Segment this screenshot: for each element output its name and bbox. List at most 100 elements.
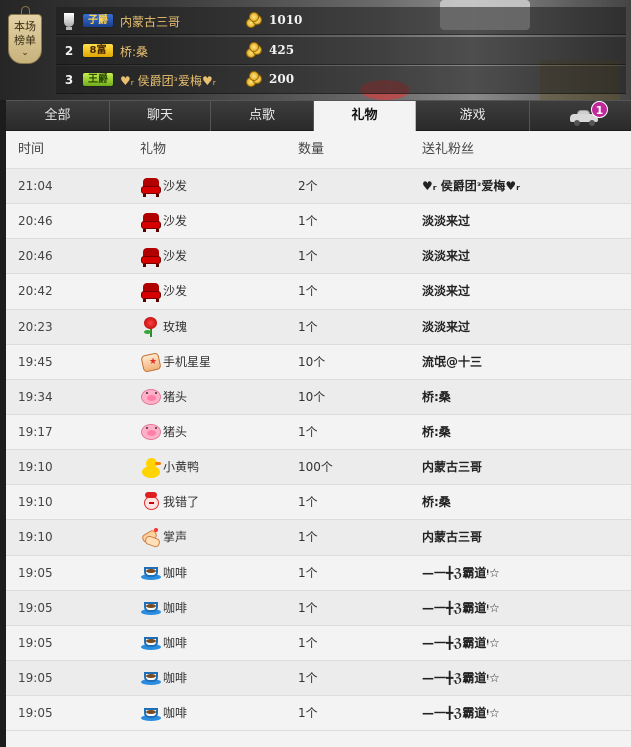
tab-4[interactable]: 游戏 [416, 101, 530, 131]
tab-1[interactable]: 聊天 [110, 101, 211, 131]
sofa-icon [140, 211, 162, 233]
row-gift: 玫瑰 [140, 310, 187, 345]
row-quantity: 1个 [298, 565, 318, 580]
row-quantity: 1个 [298, 706, 318, 721]
row-gift: ★ 手机星星 [140, 345, 211, 380]
row-quantity: 10个 [298, 354, 326, 369]
rank-username[interactable]: 内蒙古三哥 [120, 13, 180, 30]
row-fan-name[interactable]: 淡淡来过 [422, 310, 470, 345]
chevron-down-icon: ⌄ [21, 48, 29, 58]
badge-hook-icon [21, 6, 30, 15]
row-time: 19:05 [18, 600, 53, 615]
gift-name: 我错了 [163, 495, 200, 510]
row-time: 20:46 [18, 249, 53, 264]
rank-username[interactable]: 桥:桑 [120, 43, 148, 60]
row-fan-name[interactable]: —一╋ℨ霸道ᵎ☆ [422, 661, 500, 696]
row-fan-name[interactable]: 桥:桑 [422, 415, 451, 450]
rank-username[interactable]: ♥ᵣ 侯爵团ᵌ爱梅♥ᵣ [120, 72, 216, 89]
row-quantity: 100个 [298, 460, 333, 475]
pig-icon [140, 386, 162, 408]
gift-name: 咖啡 [163, 600, 188, 615]
table-row: 20:46 沙发 1个 淡淡来过 [6, 204, 631, 240]
row-fan-name[interactable]: —一╋ℨ霸道ᵎ☆ [422, 696, 500, 731]
coin-stack-icon [246, 42, 264, 58]
table-row: 19:34 猪头 10个 桥:桑 [6, 379, 631, 415]
row-quantity: 1个 [298, 635, 318, 650]
row-time: 19:05 [18, 706, 53, 721]
gift-name: 咖啡 [163, 565, 188, 580]
row-fan-name[interactable]: 桥:桑 [422, 380, 451, 415]
gift-name: 手机星星 [163, 354, 212, 369]
table-row: 19:05 咖啡 1个 —一╋ℨ霸道ᵎ☆ [6, 696, 631, 732]
coffee-icon [140, 597, 162, 619]
row-time: 19:10 [18, 495, 53, 510]
gift-name: 小黄鸭 [163, 460, 200, 475]
row-fan-name[interactable]: ♥ᵣ 侯爵团ᵌ爱梅♥ᵣ [422, 169, 520, 204]
row-quantity: 1个 [298, 670, 318, 685]
gift-name: 猪头 [163, 389, 188, 404]
gift-name: 玫瑰 [163, 319, 188, 334]
row-quantity: 1个 [298, 600, 318, 615]
row-gift: 猪头 [140, 415, 187, 450]
row-time: 19:05 [18, 670, 53, 685]
coffee-icon [140, 667, 162, 689]
row-fan-name[interactable]: 淡淡来过 [422, 274, 470, 309]
row-quantity: 1个 [298, 214, 318, 229]
gift-table-body: 21:04 沙发 2个 ♥ᵣ 侯爵团ᵌ爱梅♥ᵣ 20:46 沙发 1个 淡淡来过 20:46 沙发… [6, 169, 631, 732]
row-quantity: 10个 [298, 389, 326, 404]
gift-name: 沙发 [163, 249, 188, 264]
table-row: 19:05 咖啡 1个 —一╋ℨ霸道ᵎ☆ [6, 660, 631, 697]
row-gift: 我错了 [140, 485, 199, 520]
level-badge: 子爵 [82, 13, 114, 28]
row-time: 19:05 [18, 565, 53, 580]
row-gift: 小黄鸭 [140, 450, 199, 485]
rank-score: 200 [269, 72, 295, 86]
table-row: 19:05 咖啡 1个 —一╋ℨ霸道ᵎ☆ [6, 626, 631, 661]
table-row: 20:23 玫瑰 1个 淡淡来过 [6, 309, 631, 345]
coin-stack-icon [246, 12, 264, 28]
row-quantity: 1个 [298, 424, 318, 439]
sorry-icon [140, 491, 162, 514]
gift-name: 掌声 [163, 530, 188, 545]
table-row: 19:05 咖啡 1个 —一╋ℨ霸道ᵎ☆ [6, 556, 631, 591]
tab-3[interactable]: 礼物 [314, 101, 416, 131]
row-gift: 沙发 [140, 274, 187, 309]
table-row: 19:10 我错了 1个 桥:桑 [6, 485, 631, 521]
rank-board-toggle-button[interactable]: 本场 榜单 ⌄ [8, 6, 42, 64]
row-quantity: 1个 [298, 249, 318, 264]
gift-name: 沙发 [163, 179, 188, 193]
row-fan-name[interactable]: —一╋ℨ霸道ᵎ☆ [422, 556, 500, 591]
coffee-icon [140, 632, 162, 654]
row-time: 20:23 [18, 319, 53, 334]
row-fan-name[interactable]: 桥:桑 [422, 485, 451, 520]
row-fan-name[interactable]: 淡淡来过 [422, 239, 470, 274]
row-fan-name[interactable]: 内蒙古三哥 [422, 520, 482, 555]
row-time: 19:17 [18, 424, 53, 439]
row-fan-name[interactable]: 流氓@十三 [422, 345, 482, 380]
gift-name: 咖啡 [163, 635, 188, 650]
row-fan-name[interactable]: 内蒙古三哥 [422, 450, 482, 485]
row-fan-name[interactable]: —一╋ℨ霸道ᵎ☆ [422, 626, 500, 661]
rank-entry[interactable]: 2 8富 桥:桑 425 [56, 37, 626, 65]
phone-icon: ★ [140, 351, 162, 373]
header-quantity: 数量 [298, 142, 325, 157]
gift-name: 咖啡 [163, 670, 188, 685]
row-fan-name[interactable]: —一╋ℨ霸道ᵎ☆ [422, 591, 500, 626]
gift-name: 沙发 [163, 284, 188, 299]
tab-0[interactable]: 全部 [6, 101, 110, 131]
level-badge: 8富 [82, 43, 114, 58]
table-row: 21:04 沙发 2个 ♥ᵣ 侯爵团ᵌ爱梅♥ᵣ [6, 169, 631, 205]
row-fan-name[interactable]: 淡淡来过 [422, 204, 470, 239]
row-quantity: 1个 [298, 530, 318, 545]
rank-entry[interactable]: 3 王爵 ♥ᵣ 侯爵团ᵌ爱梅♥ᵣ 200 [56, 66, 626, 94]
row-gift: 掌声 [140, 520, 187, 555]
row-gift: 沙发 [140, 169, 187, 204]
gift-name: 咖啡 [163, 706, 188, 721]
row-time: 19:10 [18, 460, 53, 475]
clap-icon [140, 527, 162, 549]
rank-entry[interactable]: 子爵 内蒙古三哥 1010 [56, 7, 626, 35]
sofa-icon [140, 176, 162, 198]
level-badge: 王爵 [82, 72, 114, 87]
row-quantity: 1个 [298, 284, 318, 299]
tab-2[interactable]: 点歌 [211, 101, 314, 131]
